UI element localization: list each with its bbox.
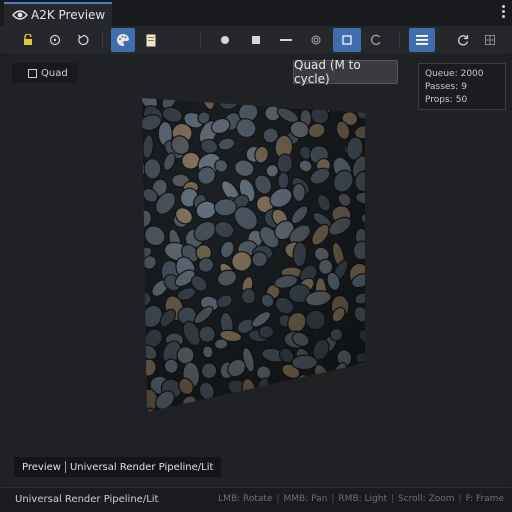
hint-zoom: Scroll: Zoom [398,494,455,504]
pipeline-badge: Preview Universal Render Pipeline/Lit [14,457,222,477]
hint-frame: F: Frame [465,494,504,504]
checkbox-icon [28,68,37,78]
mesh-label: Quad [12,63,78,83]
divider [64,461,66,473]
hint-pan: MMB: Pan [283,494,328,504]
stats-row: Passes: 9 [425,82,467,92]
control-hints: LMB: Rotate | MMB: Pan | RMB: Light | Scrol… [218,494,504,504]
stats-row: Props: 50 [425,95,468,105]
pipeline-badge-mode: Preview [22,461,61,473]
status-bar: Universal Render Pipeline/Lit LMB: Rotat… [0,487,512,512]
stats-row: Queue: 2000 [425,69,484,79]
hint-light: RMB: Light [338,494,387,504]
shader-name: Universal Render Pipeline/Lit [15,494,159,505]
mesh-label-text: Quad [41,67,68,79]
pipeline-badge-shader: Universal Render Pipeline/Lit [69,461,214,473]
stats-panel: Queue: 2000 Passes: 9 Props: 50 [418,63,506,110]
tooltip: Quad (M to cycle) [293,58,398,86]
hint-rotate: LMB: Rotate [218,494,273,504]
